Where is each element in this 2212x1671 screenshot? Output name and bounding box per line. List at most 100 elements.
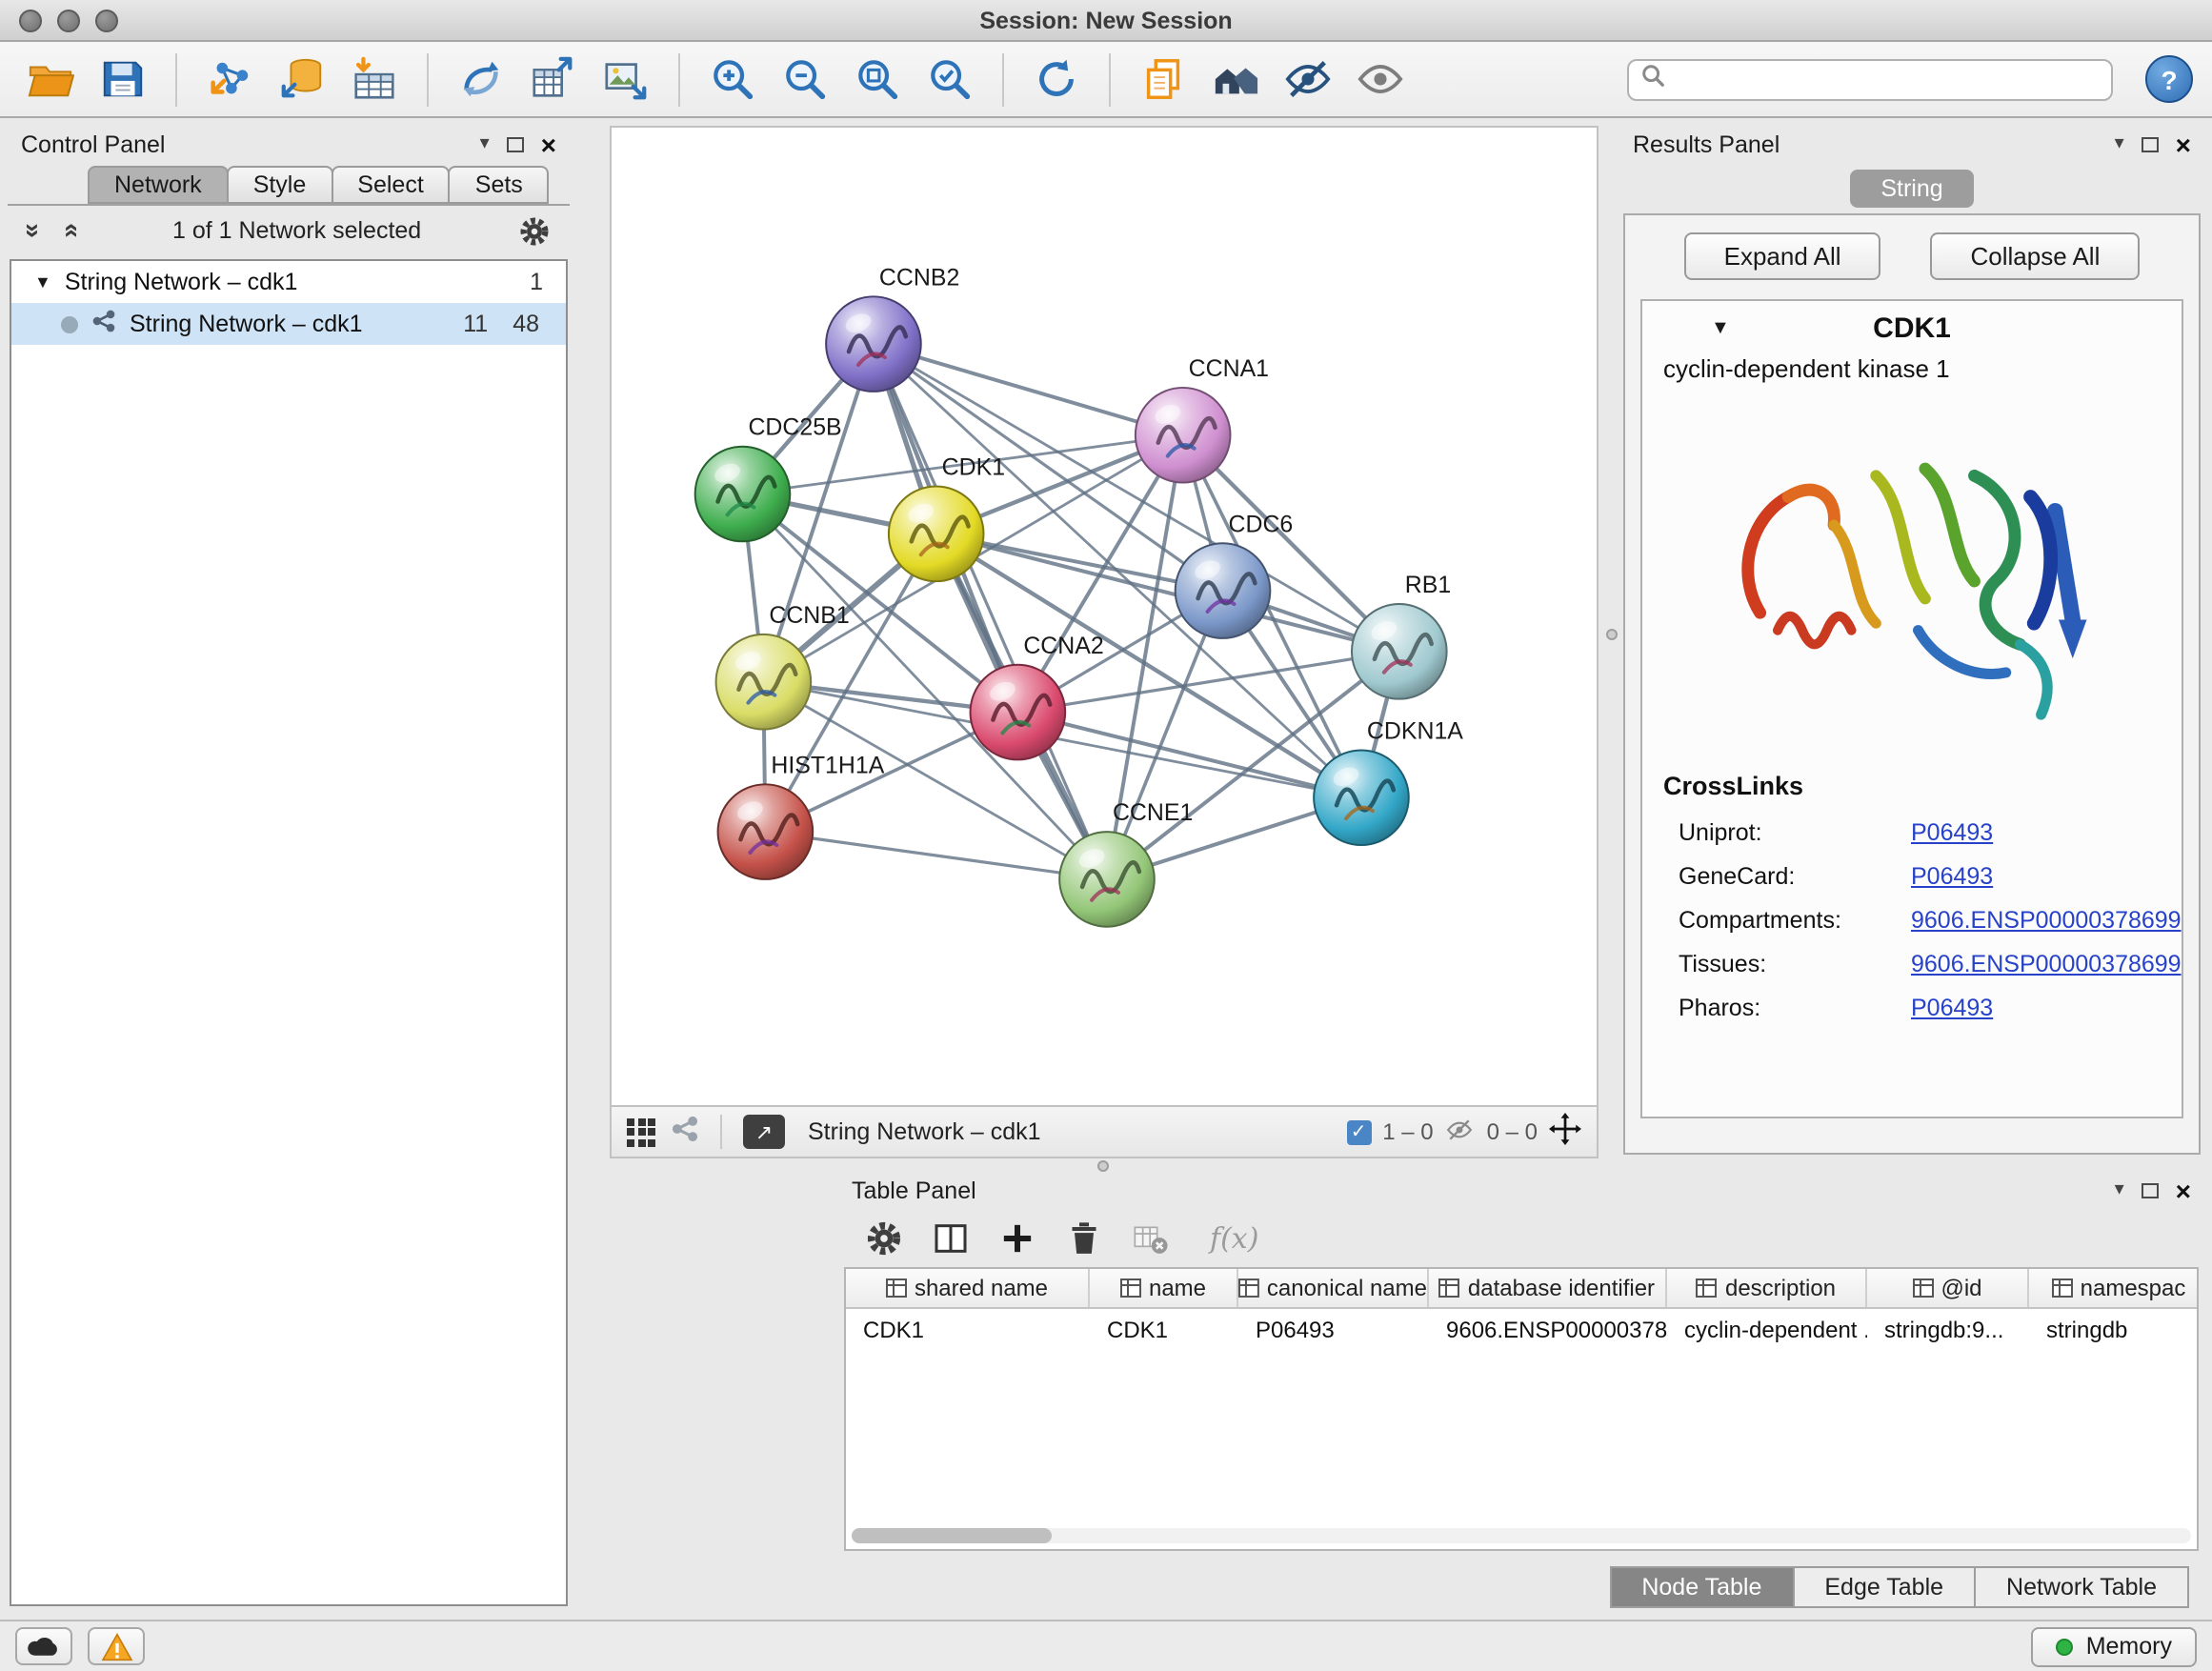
table-cell[interactable]: 9606.ENSP00000378699: [1429, 1309, 1667, 1349]
fit-crosshair-icon[interactable]: [1549, 1113, 1581, 1151]
float-panel-icon[interactable]: [2142, 137, 2159, 152]
network-node-CCNB1[interactable]: CCNB1: [716, 602, 850, 730]
collapse-all-icon[interactable]: »: [19, 223, 50, 238]
table-cell[interactable]: cyclin-dependent ...: [1667, 1309, 1867, 1349]
home-view-button[interactable]: [1204, 48, 1267, 111]
expand-all-button[interactable]: Expand All: [1684, 232, 1881, 280]
gene-entry-header[interactable]: ▼ CDK1: [1642, 301, 2182, 354]
show-all-button[interactable]: [1349, 48, 1412, 111]
table-cell[interactable]: CDK1: [846, 1309, 1090, 1349]
help-button[interactable]: ?: [2145, 55, 2193, 103]
tab-style[interactable]: Style: [227, 166, 333, 204]
zoom-selected-button[interactable]: [918, 48, 981, 111]
panel-splitter-handle[interactable]: [1606, 629, 1618, 640]
network-row[interactable]: String Network – cdk1 11 48: [11, 303, 566, 345]
column-header-name[interactable]: name: [1090, 1269, 1238, 1307]
column-header-description[interactable]: description: [1667, 1269, 1867, 1307]
import-database-button[interactable]: [271, 48, 333, 111]
share-network-icon[interactable]: [671, 1115, 699, 1149]
save-session-button[interactable]: [91, 48, 154, 111]
crosslink-compartments-link[interactable]: 9606.ENSP00000378699: [1911, 906, 2182, 933]
delete-icon[interactable]: [1065, 1219, 1103, 1258]
panel-splitter-handle[interactable]: [1097, 1160, 1109, 1172]
import-table-button[interactable]: [343, 48, 406, 111]
grid-view-icon[interactable]: [627, 1117, 655, 1146]
crosslink-pharos-link[interactable]: P06493: [1911, 994, 1993, 1020]
cloud-status-button[interactable]: [15, 1627, 72, 1665]
close-panel-icon[interactable]: ×: [2176, 1178, 2191, 1204]
zoom-window-button[interactable]: [95, 10, 118, 32]
import-network-button[interactable]: [198, 48, 261, 111]
crosslink-genecard-link[interactable]: P06493: [1911, 862, 1993, 889]
export-table-button[interactable]: [522, 48, 585, 111]
minimize-window-button[interactable]: [57, 10, 80, 32]
network-edge[interactable]: [765, 832, 1107, 879]
collection-expand-icon[interactable]: ▼: [34, 272, 51, 292]
hidden-eye-icon[interactable]: [1445, 1116, 1476, 1148]
network-node-CCNB2[interactable]: CCNB2: [826, 264, 959, 392]
panel-menu-icon[interactable]: ▾: [2115, 135, 2124, 154]
tab-sets[interactable]: Sets: [449, 166, 550, 204]
network-options-gear-icon[interactable]: [518, 214, 551, 247]
collapse-all-button[interactable]: Collapse All: [1931, 232, 2141, 280]
float-panel-icon[interactable]: [507, 137, 524, 152]
export-image-button[interactable]: [594, 48, 657, 111]
search-box[interactable]: [1627, 58, 2113, 100]
table-cell[interactable]: P06493: [1238, 1309, 1429, 1349]
network-collection-row[interactable]: ▼ String Network – cdk1 1: [11, 261, 566, 303]
memory-button[interactable]: Memory: [2031, 1626, 2197, 1666]
table-settings-gear-icon[interactable]: [865, 1219, 903, 1258]
table-cell[interactable]: stringdb: [2029, 1309, 2199, 1349]
expand-all-icon[interactable]: »: [52, 223, 83, 238]
tab-network[interactable]: Network: [88, 166, 229, 204]
panel-menu-icon[interactable]: ▾: [2115, 1181, 2124, 1200]
function-builder-icon[interactable]: f(x): [1210, 1221, 1258, 1256]
float-panel-icon[interactable]: [2142, 1183, 2159, 1198]
column-header--id[interactable]: @id: [1867, 1269, 2029, 1307]
tab-edge-table[interactable]: Edge Table: [1792, 1566, 1976, 1608]
open-session-button[interactable]: [19, 48, 82, 111]
copy-annotations-button[interactable]: [1132, 48, 1195, 111]
crosslink-tissues-link[interactable]: 9606.ENSP00000378699: [1911, 950, 2182, 976]
table-cell[interactable]: CDK1: [1090, 1309, 1238, 1349]
zoom-out-button[interactable]: [774, 48, 836, 111]
zoom-in-button[interactable]: [701, 48, 764, 111]
column-header-canonical-name[interactable]: canonical name: [1238, 1269, 1429, 1307]
column-header-namespac[interactable]: namespac: [2029, 1269, 2199, 1307]
network-node-HIST1H1A[interactable]: HIST1H1A: [718, 752, 885, 879]
table-row[interactable]: CDK1CDK1P064939606.ENSP00000378699cyclin…: [846, 1309, 2197, 1349]
selected-checkbox-icon[interactable]: ✓: [1346, 1119, 1371, 1144]
network-node-CDKN1A[interactable]: CDKN1A: [1314, 717, 1463, 845]
open-in-window-icon[interactable]: ↗: [743, 1115, 785, 1149]
new-network-button[interactable]: [450, 48, 513, 111]
tab-node-table[interactable]: Node Table: [1609, 1566, 1794, 1608]
entry-collapse-icon[interactable]: ▼: [1711, 317, 1730, 338]
crosslink-uniprot-link[interactable]: P06493: [1911, 818, 1993, 845]
close-panel-icon[interactable]: ×: [2176, 131, 2191, 158]
network-edge[interactable]: [1017, 713, 1361, 798]
network-node-CDC25B[interactable]: CDC25B: [695, 414, 842, 542]
zoom-fit-button[interactable]: [846, 48, 909, 111]
add-row-icon[interactable]: [998, 1219, 1036, 1258]
panel-menu-icon[interactable]: ▾: [480, 135, 490, 154]
search-input[interactable]: [1673, 66, 2100, 92]
table-cell[interactable]: stringdb:9...: [1867, 1309, 2029, 1349]
warnings-button[interactable]: [88, 1627, 145, 1665]
tab-select[interactable]: Select: [331, 166, 451, 204]
hide-selected-button[interactable]: [1277, 48, 1339, 111]
network-edge[interactable]: [874, 344, 1107, 879]
horizontal-scrollbar[interactable]: [852, 1528, 2191, 1543]
tab-network-table[interactable]: Network Table: [1974, 1566, 2189, 1608]
delete-table-icon[interactable]: [1132, 1219, 1170, 1258]
column-header-database-identifier[interactable]: database identifier: [1429, 1269, 1667, 1307]
close-window-button[interactable]: [19, 10, 42, 32]
add-column-icon[interactable]: [932, 1219, 970, 1258]
string-results-tab[interactable]: String: [1850, 170, 1973, 208]
network-canvas[interactable]: CCNB2CCNA1CDC25BCDK1CDC6RB1CCNB1CCNA2CDK…: [612, 128, 1597, 1105]
refresh-button[interactable]: [1025, 48, 1088, 111]
column-header-shared-name[interactable]: shared name: [846, 1269, 1090, 1307]
network-node-CCNA1[interactable]: CCNA1: [1136, 355, 1269, 483]
close-panel-icon[interactable]: ×: [541, 131, 556, 158]
network-node-RB1[interactable]: RB1: [1352, 572, 1451, 699]
scrollbar-thumb[interactable]: [852, 1528, 1052, 1543]
